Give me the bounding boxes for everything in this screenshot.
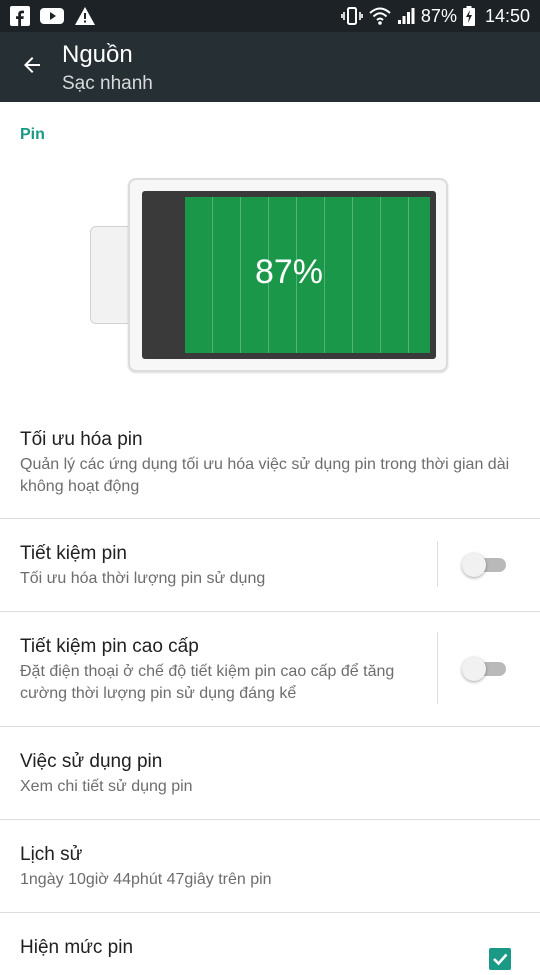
status-bar: 87% 14:50: [0, 0, 540, 32]
pref-battery-optimization[interactable]: Tối ưu hóa pin Quản lý các ứng dụng tối …: [0, 405, 540, 519]
facebook-icon: [10, 6, 30, 26]
warning-icon: [74, 6, 96, 26]
arrow-back-icon: [20, 53, 44, 82]
divider: [437, 632, 438, 704]
switch-thumb: [462, 657, 486, 681]
signal-icon: [397, 7, 415, 25]
wifi-icon: [369, 6, 391, 26]
switch-thumb: [462, 553, 486, 577]
pref-summary: 1ngày 10giờ 44phút 47giây trên pin: [20, 871, 272, 888]
pref-title: Lịch sử: [20, 844, 83, 865]
battery-percent-text: 87%: [420, 5, 457, 26]
battery-well: 87%: [142, 191, 436, 359]
extreme-power-saver-switch[interactable]: [462, 657, 508, 681]
divider: [437, 541, 438, 587]
pref-history[interactable]: Lịch sử 1ngày 10giờ 44phút 47giây trên p…: [0, 820, 540, 913]
check-icon: [493, 953, 508, 966]
pref-title: Tối ưu hóa pin: [20, 429, 143, 450]
back-button[interactable]: [14, 49, 50, 85]
system-indicators: 87% 14:50: [341, 6, 530, 27]
pref-battery-saver[interactable]: Tiết kiệm pin Tối ưu hóa thời lượng pin …: [0, 519, 540, 612]
youtube-icon: [40, 7, 64, 25]
pref-title: Hiện mức pin: [20, 937, 134, 958]
pref-title: Tiết kiệm pin cao cấp: [20, 636, 199, 657]
battery-charging-icon: [462, 6, 475, 26]
pref-summary: Quản lý các ứng dụng tối ưu hóa việc sử …: [20, 456, 510, 495]
notification-icons: [10, 6, 96, 26]
pref-title: Tiết kiệm pin: [20, 543, 127, 564]
page-title: Nguồn: [62, 41, 133, 68]
pref-summary: Tối ưu hóa thời lượng pin sử dụng: [20, 570, 266, 587]
section-header-battery: Pin: [20, 126, 45, 143]
pref-show-battery-level[interactable]: Hiện mức pin: [0, 913, 540, 973]
vibrate-icon: [341, 6, 363, 26]
battery-level-label: 87%: [254, 253, 324, 291]
battery-saver-switch[interactable]: [462, 553, 508, 577]
pref-title: Việc sử dụng pin: [20, 751, 163, 772]
pref-extreme-power-saver[interactable]: Tiết kiệm pin cao cấp Đặt điện thoại ở c…: [0, 612, 540, 727]
app-bar: Nguồn Sạc nhanh: [0, 32, 540, 102]
pref-battery-usage[interactable]: Việc sử dụng pin Xem chi tiết sử dụng pi…: [0, 727, 540, 820]
clock: 14:50: [484, 5, 530, 26]
pref-summary: Xem chi tiết sử dụng pin: [20, 778, 193, 795]
show-battery-level-checkbox[interactable]: [489, 948, 511, 970]
battery-body: 87%: [128, 178, 448, 372]
battery-level-graphic: 87%: [90, 178, 450, 372]
pref-summary: Đặt điện thoại ở chế độ tiết kiệm pin ca…: [20, 663, 395, 702]
page-subtitle: Sạc nhanh: [62, 73, 153, 94]
